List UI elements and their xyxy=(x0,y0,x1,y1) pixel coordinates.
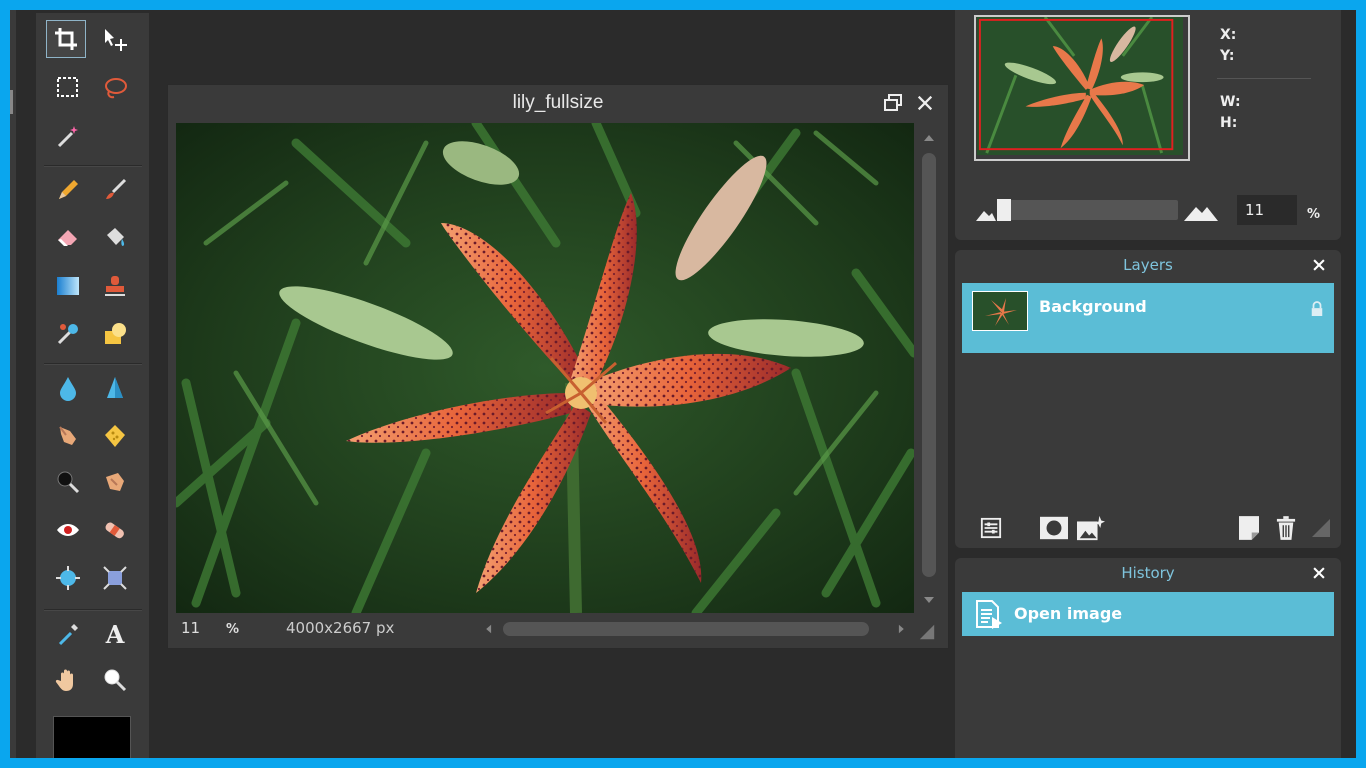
smudge-tool-icon[interactable] xyxy=(53,421,83,451)
cursor-y-label: Y: xyxy=(1220,48,1235,64)
zoom-percent-label: % xyxy=(1307,207,1321,222)
type-tool-icon[interactable]: A xyxy=(100,619,130,649)
eraser-tool-icon[interactable] xyxy=(53,223,83,253)
layer-mask-icon[interactable] xyxy=(1040,514,1068,542)
navigator-thumbnail[interactable] xyxy=(974,15,1190,161)
marquee-tool-icon[interactable] xyxy=(53,73,83,103)
zoom-unit: % xyxy=(226,622,240,637)
document-status-bar: 11 % 4000x2667 px xyxy=(176,615,940,643)
selection-w-label: W: xyxy=(1220,94,1241,110)
toolbar-separator xyxy=(44,165,142,167)
scroll-left-icon[interactable] xyxy=(482,622,496,636)
layers-panel: Layers Background xyxy=(955,250,1341,548)
resize-grip-icon[interactable] xyxy=(918,623,936,641)
layer-row-background[interactable]: Background xyxy=(962,283,1334,353)
navigator-panel: X: Y: W: H: 11 % xyxy=(955,10,1341,240)
magic-wand-icon[interactable] xyxy=(53,121,83,151)
clone-stamp-icon[interactable] xyxy=(100,271,130,301)
zoom-tool-icon[interactable] xyxy=(100,665,130,695)
foreground-color-swatch[interactable] xyxy=(53,716,131,758)
panel-resize-icon[interactable] xyxy=(1307,514,1335,542)
burn-tool-icon[interactable] xyxy=(53,467,83,497)
crop-tool-icon[interactable] xyxy=(46,20,86,58)
restore-window-icon[interactable] xyxy=(882,92,904,114)
close-layers-icon[interactable] xyxy=(1309,255,1329,275)
brush-tool-icon[interactable] xyxy=(100,175,130,205)
spot-heal-icon[interactable] xyxy=(100,515,130,545)
pinch-tool-icon[interactable] xyxy=(100,563,130,593)
selection-h-label: H: xyxy=(1220,115,1238,131)
gradient-tool-icon[interactable] xyxy=(53,271,83,301)
sharpen-tool-icon[interactable] xyxy=(100,373,130,403)
svg-text:A: A xyxy=(105,621,125,647)
zoom-slider-handle[interactable] xyxy=(997,199,1011,221)
sponge-tool-icon[interactable] xyxy=(100,421,130,451)
horizontal-scroll-thumb[interactable] xyxy=(503,622,869,636)
vertical-scroll-thumb[interactable] xyxy=(922,153,936,577)
close-history-icon[interactable] xyxy=(1309,563,1329,583)
history-item-open-image[interactable]: Open image xyxy=(962,592,1334,636)
layers-panel-title: Layers xyxy=(1123,256,1173,274)
zoom-value[interactable]: 11 xyxy=(181,619,200,637)
red-eye-tool-icon[interactable] xyxy=(53,515,83,545)
canvas-image[interactable] xyxy=(176,123,914,613)
hand-tool-icon[interactable] xyxy=(53,665,83,695)
left-edge xyxy=(10,10,16,758)
layer-name: Background xyxy=(1039,297,1147,316)
image-dimensions: 4000x2667 px xyxy=(286,619,395,637)
new-layer-icon[interactable] xyxy=(1235,514,1263,542)
paint-bucket-icon[interactable] xyxy=(100,223,130,253)
zoom-slider-track[interactable] xyxy=(1002,200,1178,220)
shape-tool-icon[interactable] xyxy=(100,319,130,349)
history-panel-title: History xyxy=(1121,564,1175,582)
tools-panel: A xyxy=(36,13,149,758)
layer-toolbar xyxy=(955,508,1341,548)
zoom-in-icon[interactable] xyxy=(1184,203,1218,221)
layer-thumbnail xyxy=(972,291,1028,331)
history-document-icon xyxy=(976,600,1002,629)
photo-editor-app: A lily_fullsize 11 % 4000x2667 px X: Y: … xyxy=(10,10,1356,758)
cursor-x-label: X: xyxy=(1220,27,1237,43)
document-title: lily_fullsize xyxy=(512,92,604,113)
navigator-divider xyxy=(1217,78,1311,79)
bloat-tool-icon[interactable] xyxy=(53,563,83,593)
blur-tool-icon[interactable] xyxy=(53,373,83,403)
history-panel: History Open image xyxy=(955,558,1341,758)
history-item-label: Open image xyxy=(1014,604,1123,623)
layer-settings-icon[interactable] xyxy=(977,514,1005,542)
color-picker-icon[interactable] xyxy=(53,619,83,649)
close-document-icon[interactable] xyxy=(914,92,936,114)
zoom-out-icon[interactable] xyxy=(976,207,996,221)
scroll-right-icon[interactable] xyxy=(894,622,908,636)
vertical-scrollbar[interactable] xyxy=(918,125,940,613)
dodge-tool-icon[interactable] xyxy=(100,467,130,497)
delete-layer-icon[interactable] xyxy=(1272,514,1300,542)
lasso-tool-icon[interactable] xyxy=(100,73,130,103)
toolbar-separator xyxy=(44,609,142,611)
layer-styles-icon[interactable] xyxy=(1077,514,1105,542)
layer-lock-icon[interactable] xyxy=(1310,301,1324,317)
color-replace-icon[interactable] xyxy=(53,319,83,349)
document-window: lily_fullsize 11 % 4000x2667 px xyxy=(167,84,949,649)
zoom-input[interactable]: 11 xyxy=(1237,195,1297,225)
move-tool-icon[interactable] xyxy=(100,25,130,55)
pencil-tool-icon[interactable] xyxy=(53,175,83,205)
edge-handle[interactable] xyxy=(10,90,13,114)
toolbar-separator xyxy=(44,363,142,365)
